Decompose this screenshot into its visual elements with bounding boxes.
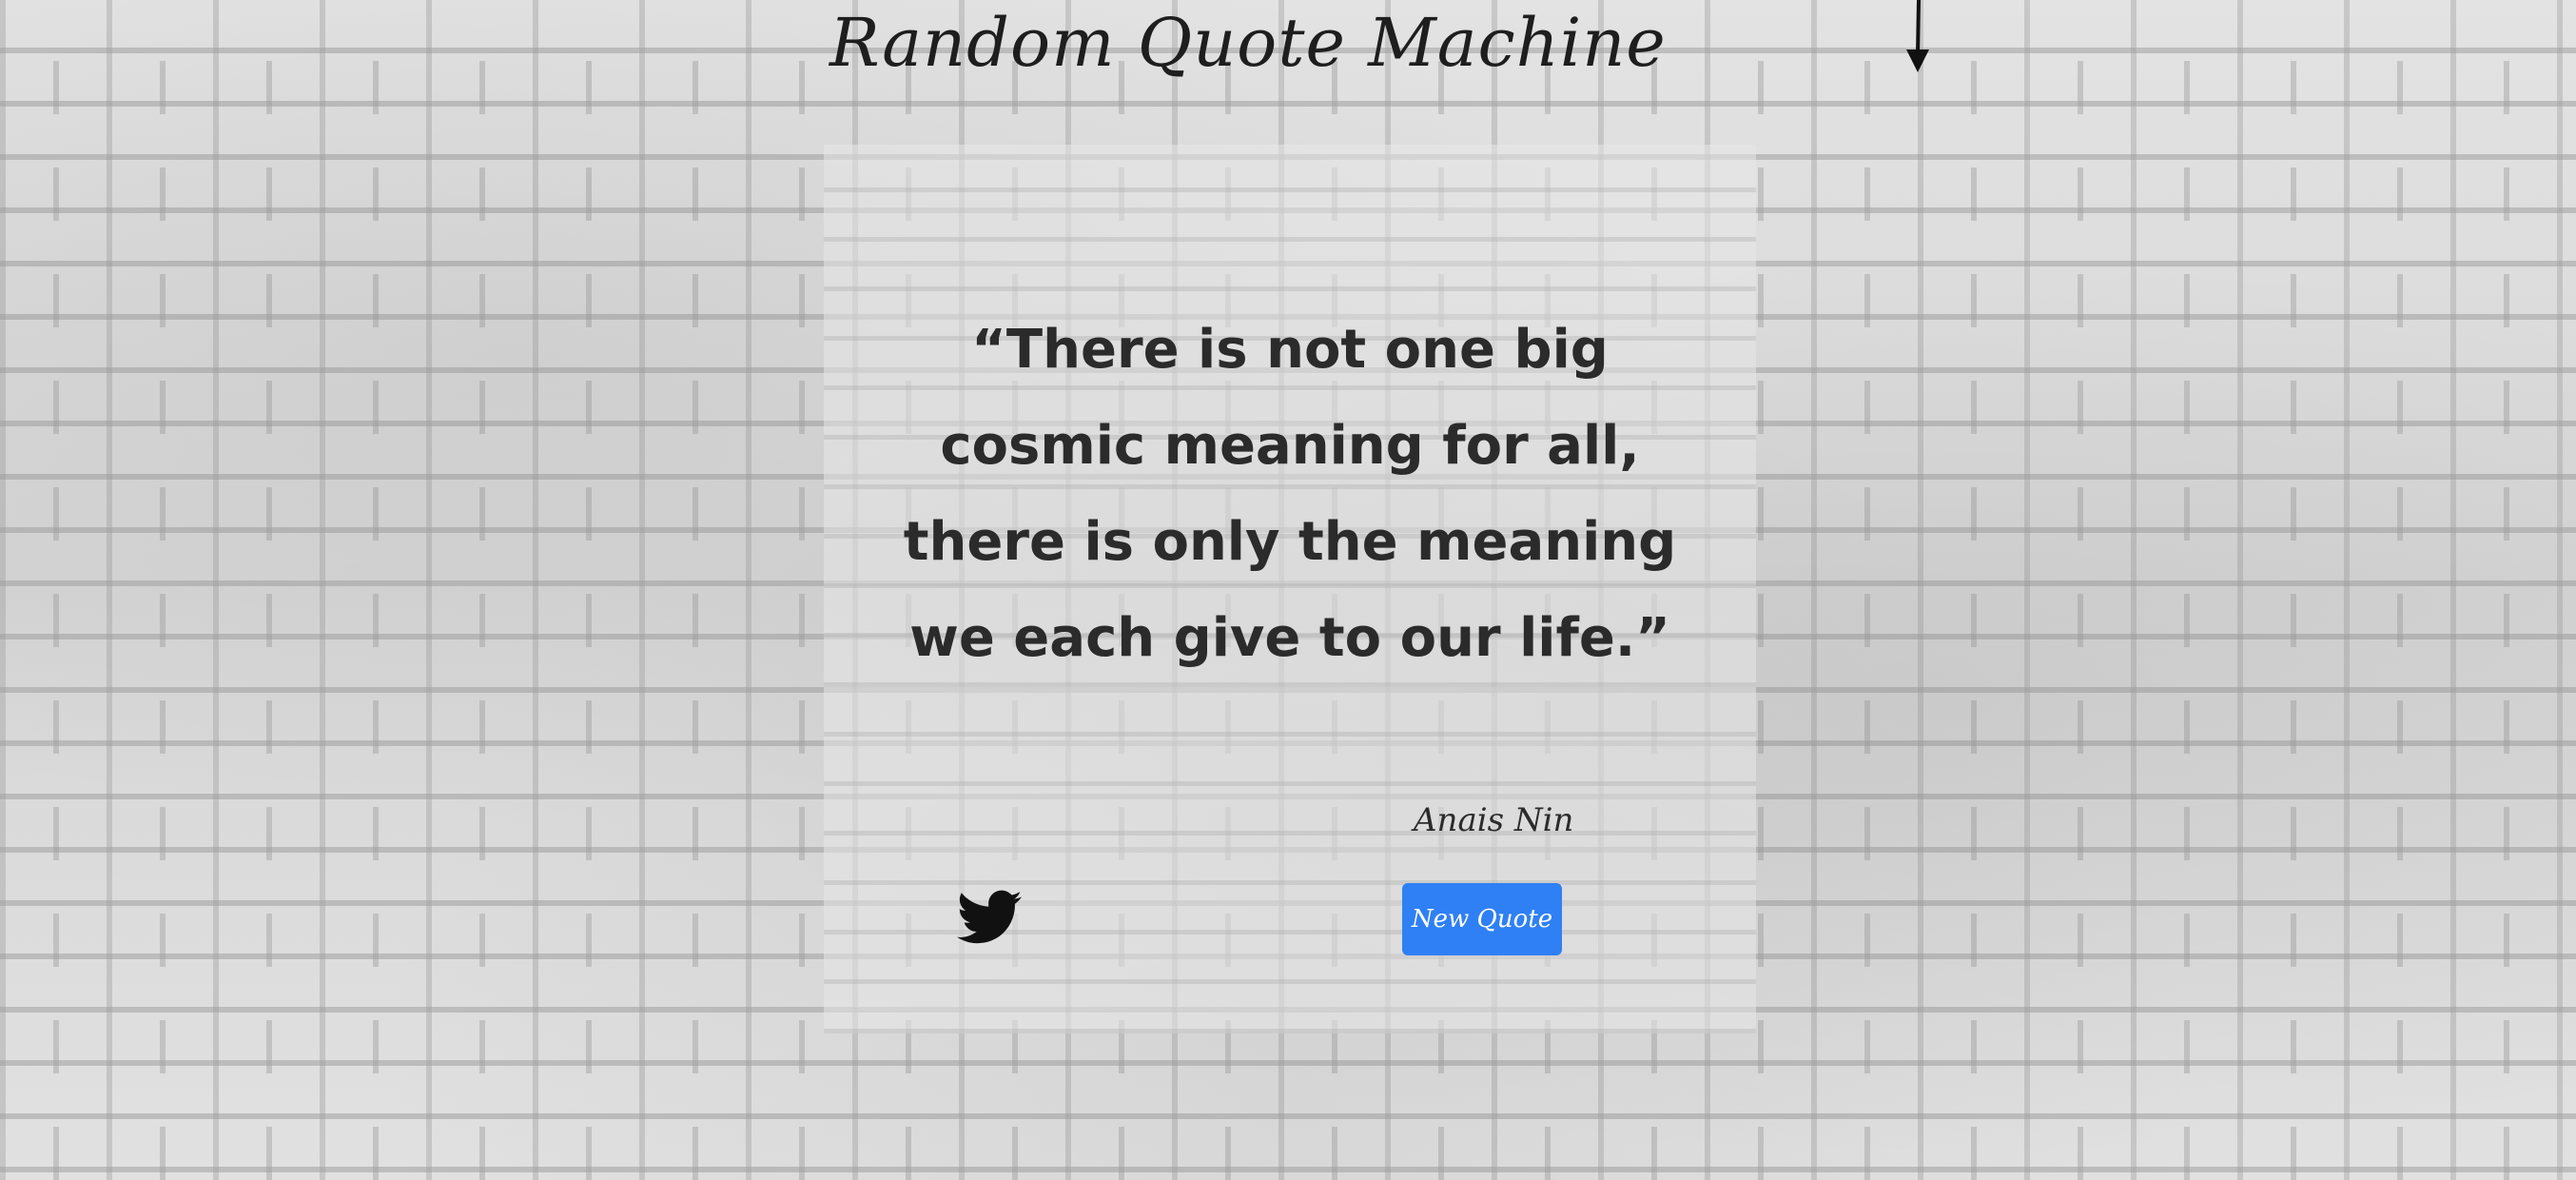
twitter-icon[interactable]	[957, 889, 1022, 946]
quote-box: “There is not one big cosmic meaning for…	[824, 145, 1756, 1033]
new-quote-button[interactable]: New Quote	[1402, 883, 1562, 955]
quote-text: “There is not one big cosmic meaning for…	[903, 319, 1677, 669]
quote-author: Anais Nin	[1414, 801, 1574, 839]
arrow-down-icon	[1906, 0, 1929, 72]
page-title: Random Quote Machine	[829, 4, 1667, 82]
